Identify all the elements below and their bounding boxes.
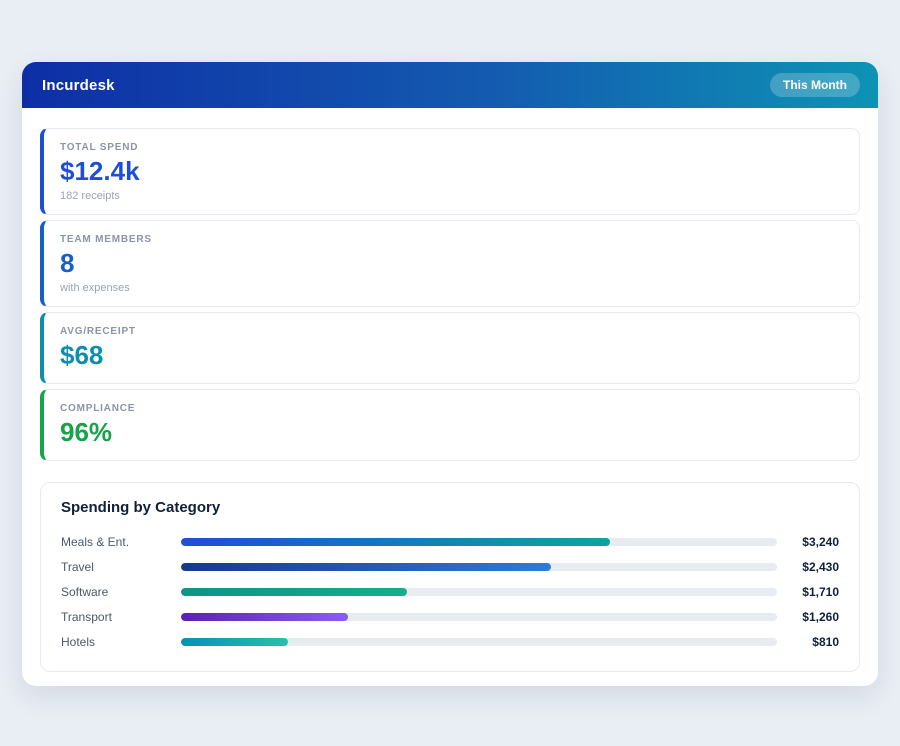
spending-card-title: Spending by Category <box>61 499 839 516</box>
stat-value: $12.4k <box>60 157 843 187</box>
category-bar-track <box>181 638 777 646</box>
stat-label: COMPLIANCE <box>60 403 843 414</box>
stat-card-compliance: COMPLIANCE 96% <box>40 389 860 461</box>
stat-subtext: with expenses <box>60 282 843 294</box>
stat-subtext: 182 receipts <box>60 190 843 202</box>
app-header: Incurdesk This Month <box>22 62 878 108</box>
dashboard-content: TOTAL SPEND $12.4k 182 receipts TEAM MEM… <box>22 108 878 686</box>
app-title: Incurdesk <box>42 77 115 94</box>
page-background: Incurdesk This Month TOTAL SPEND $12.4k … <box>0 0 900 746</box>
category-bar-fill <box>181 638 288 646</box>
category-label: Software <box>61 585 181 599</box>
stat-label: TOTAL SPEND <box>60 142 843 153</box>
category-row-meals: Meals & Ent. $3,240 <box>61 530 839 555</box>
category-label: Meals & Ent. <box>61 535 181 549</box>
category-bar-track <box>181 563 777 571</box>
category-row-hotels: Hotels $810 <box>61 630 839 655</box>
stat-card-team-members: TEAM MEMBERS 8 with expenses <box>40 220 860 307</box>
category-bar-track <box>181 538 777 546</box>
category-label: Transport <box>61 610 181 624</box>
dashboard-panel: Incurdesk This Month TOTAL SPEND $12.4k … <box>22 62 878 686</box>
category-row-transport: Transport $1,260 <box>61 605 839 630</box>
category-value: $810 <box>777 635 839 649</box>
category-bar-track <box>181 588 777 596</box>
category-bar-fill <box>181 588 407 596</box>
category-value: $2,430 <box>777 560 839 574</box>
category-label: Travel <box>61 560 181 574</box>
category-row-travel: Travel $2,430 <box>61 555 839 580</box>
category-row-software: Software $1,710 <box>61 580 839 605</box>
category-value: $1,260 <box>777 610 839 624</box>
period-badge[interactable]: This Month <box>770 73 860 97</box>
stat-label: AVG/RECEIPT <box>60 326 843 337</box>
category-bar-track <box>181 613 777 621</box>
stat-value: 8 <box>60 249 843 279</box>
category-value: $3,240 <box>777 535 839 549</box>
category-bar-fill <box>181 538 610 546</box>
stat-value: $68 <box>60 341 843 371</box>
stat-value: 96% <box>60 418 843 448</box>
stat-label: TEAM MEMBERS <box>60 234 843 245</box>
category-bar-fill <box>181 563 551 571</box>
stat-card-avg-receipt: AVG/RECEIPT $68 <box>40 312 860 384</box>
spending-by-category-card: Spending by Category Meals & Ent. $3,240… <box>40 482 860 672</box>
category-value: $1,710 <box>777 585 839 599</box>
stat-card-total-spend: TOTAL SPEND $12.4k 182 receipts <box>40 128 860 215</box>
category-label: Hotels <box>61 635 181 649</box>
category-bar-fill <box>181 613 348 621</box>
